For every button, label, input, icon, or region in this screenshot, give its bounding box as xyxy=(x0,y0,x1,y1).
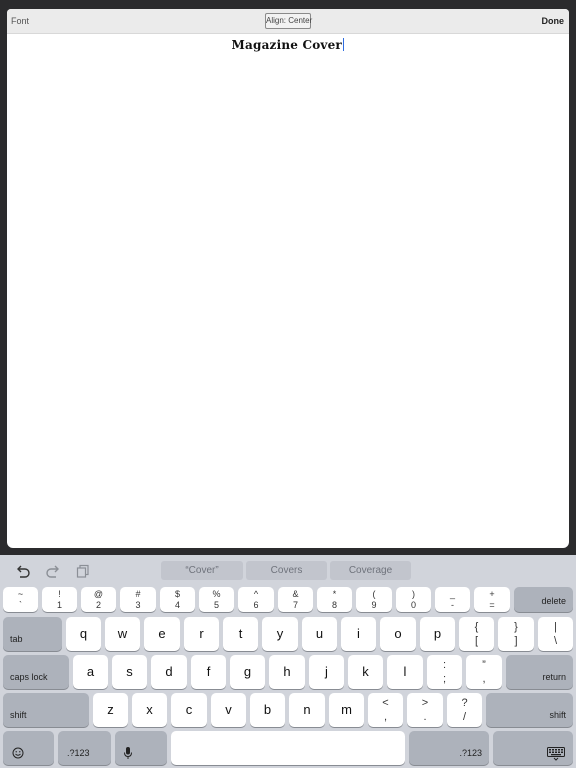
undo-icon[interactable] xyxy=(15,563,31,579)
key-2[interactable]: @2 xyxy=(81,587,116,612)
right-shift-key[interactable]: shift xyxy=(486,693,573,727)
key-c[interactable]: c xyxy=(171,693,207,727)
suggestion-1[interactable]: “Cover” xyxy=(161,561,243,580)
key-e[interactable]: e xyxy=(144,617,180,651)
delete-key[interactable]: delete xyxy=(514,587,573,612)
key-t[interactable]: t xyxy=(223,617,258,651)
document-text: Magazine Cover xyxy=(231,38,342,52)
key-5[interactable]: % 5 xyxy=(199,587,234,612)
key-m[interactable]: m xyxy=(329,693,364,727)
key-7[interactable]: & 7 xyxy=(278,587,313,612)
key-w[interactable]: w xyxy=(105,617,140,651)
editor-window: Font Align: Center Done Magazine Cover xyxy=(7,9,569,548)
key-0[interactable]: ) 0 xyxy=(396,587,431,612)
key-backtick[interactable]: ~ ` xyxy=(3,587,38,612)
caps-lock-key[interactable]: caps lock xyxy=(3,655,69,689)
key-s[interactable]: s xyxy=(112,655,147,689)
key-comma[interactable]: <, xyxy=(368,693,403,727)
text-caret xyxy=(342,38,345,51)
emoji-icon xyxy=(12,747,24,759)
left-shift-key[interactable]: shift xyxy=(3,693,89,727)
key-g[interactable]: g xyxy=(230,655,265,689)
key-n[interactable]: n xyxy=(289,693,325,727)
key-equals[interactable]: + = xyxy=(474,587,510,612)
return-key[interactable]: return xyxy=(506,655,573,689)
key-p[interactable]: p xyxy=(420,617,455,651)
key-3[interactable]: #3 xyxy=(120,587,156,612)
numbers-key-right[interactable]: .?123 xyxy=(409,731,489,765)
dictation-key[interactable] xyxy=(115,731,167,765)
key-d[interactable]: d xyxy=(151,655,187,689)
shortcut-bar: “Cover” Covers Coverage xyxy=(0,555,576,585)
key-period[interactable]: >. xyxy=(407,693,443,727)
dismiss-keyboard-key[interactable] xyxy=(493,731,573,765)
key-4[interactable]: $4 xyxy=(160,587,195,612)
font-button[interactable]: Font xyxy=(11,16,29,26)
suggestion-3[interactable]: Coverage xyxy=(330,561,411,580)
key-quote[interactable]: ”, xyxy=(466,655,502,689)
key-semicolon[interactable]: :; xyxy=(427,655,462,689)
done-button[interactable]: Done xyxy=(542,16,565,26)
tab-key[interactable]: tab xyxy=(3,617,62,651)
key-j[interactable]: j xyxy=(309,655,344,689)
key-minus[interactable]: _ - xyxy=(435,587,470,612)
key-r[interactable]: r xyxy=(184,617,219,651)
key-q[interactable]: q xyxy=(66,617,101,651)
key-b[interactable]: b xyxy=(250,693,285,727)
keyboard: “Cover” Covers Coverage ~ ` ! 1 @2 #3 $4 %… xyxy=(0,555,576,768)
key-8[interactable]: * 8 xyxy=(317,587,352,612)
key-1[interactable]: ! 1 xyxy=(42,587,77,612)
emoji-key[interactable] xyxy=(3,731,54,765)
key-i[interactable]: i xyxy=(341,617,376,651)
key-9[interactable]: (9 xyxy=(356,587,392,612)
key-backslash[interactable]: | \ xyxy=(538,617,573,651)
align-button[interactable]: Align: Center xyxy=(265,13,312,29)
key-y[interactable]: y xyxy=(262,617,298,651)
key-f[interactable]: f xyxy=(191,655,226,689)
key-close-bracket[interactable]: }] xyxy=(498,617,534,651)
numbers-key-left[interactable]: .?123 xyxy=(58,731,111,765)
key-open-bracket[interactable]: {[ xyxy=(459,617,494,651)
key-x[interactable]: x xyxy=(132,693,167,727)
space-key[interactable] xyxy=(171,731,405,765)
paste-icon[interactable] xyxy=(75,563,91,579)
suggestion-2[interactable]: Covers xyxy=(246,561,327,580)
key-z[interactable]: z xyxy=(93,693,128,727)
microphone-icon xyxy=(124,747,132,759)
key-6[interactable]: ^ 6 xyxy=(238,587,274,612)
keyboard-dismiss-icon xyxy=(547,747,565,761)
document-text-area[interactable]: Magazine Cover xyxy=(7,38,569,52)
key-a[interactable]: a xyxy=(73,655,108,689)
key-k[interactable]: k xyxy=(348,655,383,689)
key-h[interactable]: h xyxy=(269,655,305,689)
key-u[interactable]: u xyxy=(302,617,337,651)
key-v[interactable]: v xyxy=(211,693,246,727)
redo-icon[interactable] xyxy=(45,563,61,579)
key-slash[interactable]: ? / xyxy=(447,693,482,727)
key-l[interactable]: l xyxy=(387,655,423,689)
key-o[interactable]: o xyxy=(380,617,416,651)
editor-toolbar: Font Align: Center Done xyxy=(7,9,569,34)
